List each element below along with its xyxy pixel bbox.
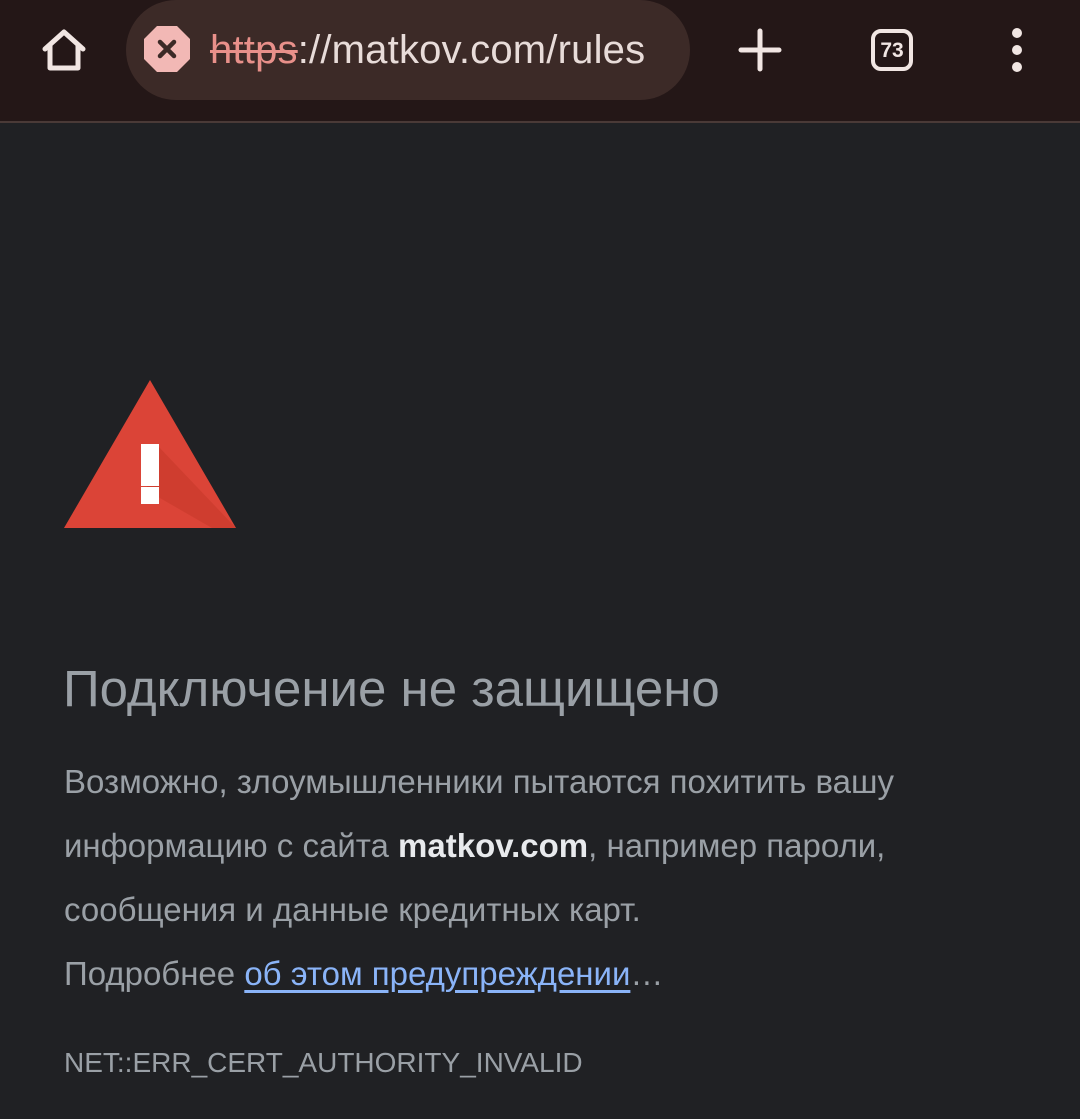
browser-toolbar: https://matkov.com/rules 73 (0, 0, 1080, 123)
tab-switcher-button[interactable]: 73 (862, 20, 922, 80)
more-vert-icon-dot (1012, 62, 1022, 72)
home-icon (42, 29, 86, 71)
site-domain: matkov.com (398, 827, 589, 864)
url-scheme: https (210, 28, 298, 72)
learn-more-prefix: Подробнее (64, 955, 245, 992)
learn-more-link[interactable]: об этом предупреждении (244, 955, 630, 992)
warning-triangle-icon (64, 380, 236, 528)
new-tab-button[interactable] (730, 20, 790, 80)
more-vert-icon-dot (1012, 45, 1022, 55)
url-text[interactable]: https://matkov.com/rules (210, 26, 672, 74)
more-vert-icon (1012, 28, 1022, 38)
tab-count: 73 (880, 38, 904, 62)
not-secure-icon[interactable] (142, 24, 192, 74)
url-host-path: ://matkov.com/rules (297, 28, 646, 72)
interstitial-explanation: Возможно, злоумышленники пытаются похити… (64, 750, 984, 1006)
tab-switcher-icon: 73 (871, 29, 913, 71)
learn-more-suffix: … (630, 955, 664, 992)
error-code: NET::ERR_CERT_AUTHORITY_INVALID (64, 1047, 583, 1078)
plus-icon (738, 28, 782, 72)
interstitial-heading: Подключение не защищено (63, 660, 720, 717)
home-button[interactable] (34, 20, 94, 80)
more-menu-button[interactable] (992, 20, 1042, 80)
